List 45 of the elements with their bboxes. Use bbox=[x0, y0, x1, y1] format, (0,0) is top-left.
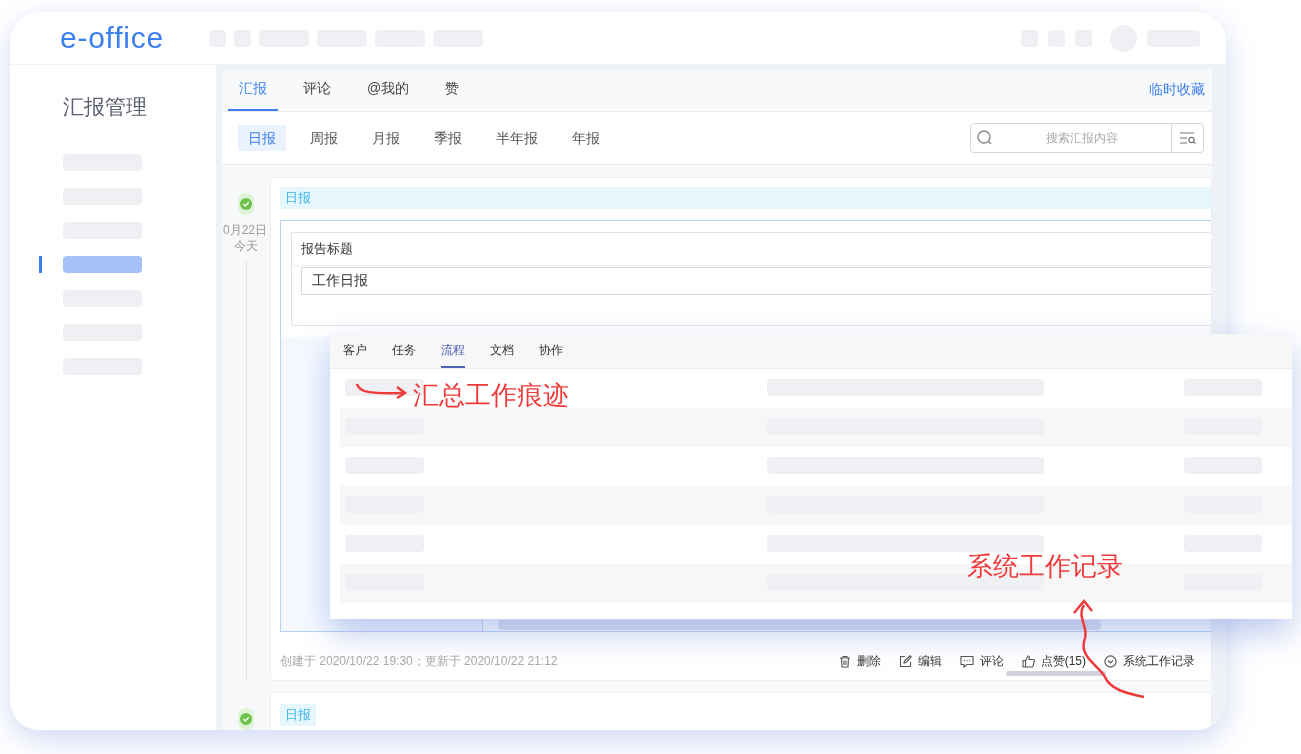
tab[interactable]: @我的 bbox=[356, 78, 421, 111]
popup-tab[interactable]: 协作 bbox=[539, 341, 563, 368]
report-type-tab[interactable]: 季报 bbox=[424, 125, 472, 151]
thumbs-up-icon bbox=[1021, 654, 1035, 668]
day-label: 今天 bbox=[234, 239, 258, 254]
report-tag: 日报 bbox=[280, 187, 1211, 209]
popup-tab[interactable]: 客户 bbox=[343, 341, 367, 368]
timestamp-text: 创建于 2020/10/22 19:30；更新于 2020/10/22 21:12 bbox=[280, 653, 558, 670]
edit-icon bbox=[898, 654, 912, 668]
title-input[interactable]: 工作日报 bbox=[301, 266, 1211, 295]
annotation-text: 汇总工作痕迹 bbox=[413, 379, 569, 412]
section-label: 报告标题 bbox=[292, 232, 1211, 266]
popup-tab[interactable]: 任务 bbox=[392, 341, 416, 368]
chevron-circle-icon bbox=[1104, 654, 1117, 668]
action-link[interactable]: 点赞(15) bbox=[1021, 652, 1086, 670]
annotation-text: 系统工作记录 bbox=[967, 550, 1123, 583]
filter-search-icon bbox=[1178, 132, 1197, 144]
scrollbar[interactable] bbox=[498, 619, 1101, 630]
report-type-tab[interactable]: 日报 bbox=[238, 125, 286, 151]
search-input[interactable]: 搜索汇报内容 bbox=[993, 129, 1171, 147]
sidebar-item[interactable] bbox=[63, 255, 142, 273]
action-link[interactable]: 系统工作记录 bbox=[1104, 652, 1195, 670]
report-type-tab[interactable]: 周报 bbox=[300, 125, 348, 151]
scrollbar[interactable] bbox=[1005, 671, 1106, 676]
action-link[interactable]: 评论 bbox=[959, 652, 1004, 670]
report-tag: 日报 bbox=[280, 704, 316, 726]
tab[interactable]: 赞 bbox=[434, 78, 471, 111]
action-link[interactable]: 编辑 bbox=[898, 652, 942, 670]
check-icon bbox=[240, 198, 252, 210]
search-icon bbox=[977, 130, 993, 146]
logo: e-office bbox=[60, 23, 164, 53]
report-type-tab[interactable]: 半年报 bbox=[486, 125, 548, 151]
report-type-tab[interactable]: 年报 bbox=[562, 125, 610, 151]
selection-indicator bbox=[39, 255, 42, 273]
action-link[interactable]: 删除 bbox=[838, 652, 881, 670]
tab[interactable]: 评论 bbox=[292, 78, 342, 111]
popup-tab[interactable]: 文档 bbox=[490, 341, 514, 368]
sidebar-title: 汇报管理 bbox=[63, 94, 148, 120]
comment-icon bbox=[959, 654, 974, 668]
check-icon bbox=[240, 713, 252, 725]
date-label: 0月22日 bbox=[223, 222, 267, 239]
favorites-link[interactable]: 临时收藏 bbox=[1149, 79, 1205, 100]
trash-icon bbox=[838, 654, 851, 668]
search-field[interactable]: 搜索汇报内容 bbox=[970, 123, 1204, 153]
report-type-tab[interactable]: 月报 bbox=[362, 125, 410, 151]
